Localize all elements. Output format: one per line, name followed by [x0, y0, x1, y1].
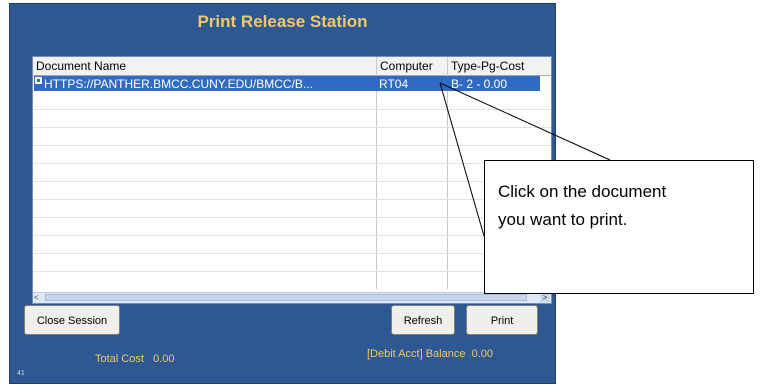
computer-cell: RT04	[379, 77, 409, 91]
column-divider	[376, 57, 377, 289]
document-icon	[35, 77, 42, 84]
scroll-left-arrow-icon[interactable]: <	[34, 293, 39, 303]
window-title: Print Release Station	[197, 12, 368, 31]
column-header-computer[interactable]: Computer	[380, 59, 433, 73]
type-pg-cost-cell: B- 2 - 0.00	[451, 77, 508, 91]
scroll-right-arrow-icon[interactable]: >	[540, 293, 550, 302]
table-row-selected[interactable]: HTTPS://PANTHER.BMCC.CUNY.EDU/BMCC/B... …	[34, 76, 540, 91]
scrollbar-thumb[interactable]	[45, 294, 527, 301]
debit-balance: [Debit Acct] Balance 0.00	[367, 348, 493, 360]
row-divider	[33, 109, 551, 110]
column-header-document-name[interactable]: Document Name	[36, 59, 126, 73]
row-divider	[33, 145, 551, 146]
column-header-type-pg-cost[interactable]: Type-Pg-Cost	[451, 59, 524, 73]
close-session-button[interactable]: Close Session	[24, 305, 120, 335]
row-divider	[33, 199, 551, 200]
document-name-cell: HTTPS://PANTHER.BMCC.CUNY.EDU/BMCC/B...	[44, 77, 313, 91]
total-cost-label: Total Cost	[95, 353, 144, 365]
horizontal-scrollbar[interactable]: < >	[33, 292, 551, 303]
row-divider	[33, 217, 551, 218]
callout-line-2: you want to print.	[498, 210, 628, 229]
refresh-button[interactable]: Refresh	[391, 305, 455, 335]
callout-line-1: Click on the document	[498, 182, 667, 201]
list-header: Document Name Computer Type-Pg-Cost	[33, 57, 551, 76]
row-divider	[33, 253, 551, 254]
print-button[interactable]: Print	[466, 305, 538, 335]
row-divider	[33, 271, 551, 272]
column-divider	[447, 57, 448, 289]
corner-label: 41	[17, 370, 25, 377]
row-divider	[33, 127, 551, 128]
balance-label: [Debit Acct] Balance	[367, 348, 466, 360]
total-cost-value: 0.00	[153, 353, 175, 365]
balance-value: 0.00	[471, 348, 493, 360]
total-cost: Total Cost 0.00	[95, 353, 175, 365]
print-release-station-window: Print Release Station Document Name Comp…	[9, 3, 556, 384]
callout-text: Click on the document you want to print.	[498, 178, 758, 234]
print-job-list[interactable]: Document Name Computer Type-Pg-Cost HTTP…	[32, 56, 552, 304]
row-divider	[33, 181, 551, 182]
row-divider	[33, 235, 551, 236]
row-divider	[33, 163, 551, 164]
